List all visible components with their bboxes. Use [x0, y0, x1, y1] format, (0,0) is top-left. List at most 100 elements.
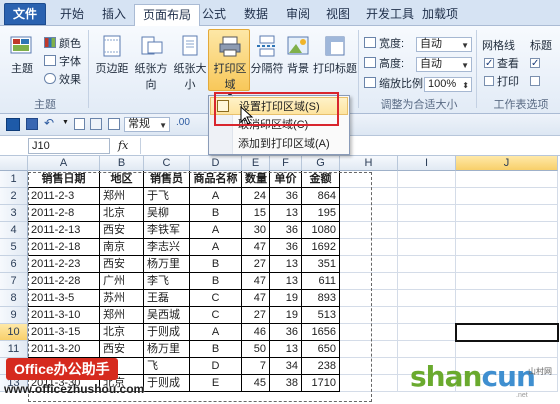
table-cell[interactable]: 2011-2-8: [28, 205, 100, 222]
width-select[interactable]: 自动 ▼: [416, 37, 472, 52]
decimal-icon[interactable]: .00: [176, 117, 190, 128]
table-cell[interactable]: 195: [302, 205, 340, 222]
table-cell[interactable]: 13: [270, 273, 302, 290]
table-cell[interactable]: [340, 239, 398, 256]
table-cell[interactable]: 2011-2-28: [28, 273, 100, 290]
table-cell[interactable]: [398, 188, 456, 205]
table-cell[interactable]: 南京: [100, 239, 144, 256]
table-cell[interactable]: 36: [270, 188, 302, 205]
theme-fonts-button[interactable]: 字体: [44, 54, 81, 70]
column-header[interactable]: I: [398, 156, 456, 171]
table-cell[interactable]: [398, 324, 456, 341]
table-cell[interactable]: [340, 171, 398, 188]
table-cell[interactable]: 864: [302, 188, 340, 205]
column-header[interactable]: F: [270, 156, 302, 171]
column-header[interactable]: G: [302, 156, 340, 171]
table-cell[interactable]: [398, 290, 456, 307]
orientation-button[interactable]: 纸张方向: [132, 34, 170, 92]
row-header[interactable]: 4: [0, 222, 28, 239]
table-cell[interactable]: 1080: [302, 222, 340, 239]
table-cell[interactable]: 13: [270, 205, 302, 222]
table-cell[interactable]: 吴西城: [144, 307, 190, 324]
table-cell[interactable]: 46: [242, 324, 270, 341]
table-cell[interactable]: [340, 222, 398, 239]
table-cell[interactable]: [340, 205, 398, 222]
table-header-cell[interactable]: 地区: [100, 171, 144, 188]
table-cell[interactable]: [340, 375, 398, 392]
table-cell[interactable]: 西安: [100, 222, 144, 239]
table-cell[interactable]: 13: [270, 341, 302, 358]
table-cell[interactable]: 2011-3-20: [28, 341, 100, 358]
table-cell[interactable]: 47: [242, 290, 270, 307]
table-cell[interactable]: 2011-2-23: [28, 256, 100, 273]
table-cell[interactable]: 王磊: [144, 290, 190, 307]
table-cell[interactable]: 24: [242, 188, 270, 205]
table-cell[interactable]: 19: [270, 290, 302, 307]
table-cell[interactable]: 杨万里: [144, 256, 190, 273]
table-cell[interactable]: [398, 341, 456, 358]
print-area-button[interactable]: 打印区域 ▼: [209, 34, 251, 100]
column-header[interactable]: B: [100, 156, 144, 171]
table-header-cell[interactable]: 销售员: [144, 171, 190, 188]
table-cell[interactable]: 513: [302, 307, 340, 324]
table-cell[interactable]: 杨万里: [144, 341, 190, 358]
tab-data[interactable]: 数据: [236, 4, 276, 26]
table-cell[interactable]: [340, 324, 398, 341]
table-cell[interactable]: [398, 239, 456, 256]
column-header[interactable]: D: [190, 156, 242, 171]
gridlines-print-checkbox[interactable]: 打印: [484, 74, 519, 90]
row-header[interactable]: 6: [0, 256, 28, 273]
name-box[interactable]: J10: [28, 138, 110, 154]
table-cell[interactable]: 于则成: [144, 375, 190, 392]
table-cell[interactable]: D: [190, 358, 242, 375]
save-icon[interactable]: [26, 118, 38, 130]
table-cell[interactable]: [456, 290, 558, 307]
table-cell[interactable]: [398, 307, 456, 324]
table-cell[interactable]: 27: [242, 307, 270, 324]
table-cell[interactable]: 238: [302, 358, 340, 375]
table-cell[interactable]: 西安: [100, 256, 144, 273]
table-cell[interactable]: 34: [270, 358, 302, 375]
scale-spinner[interactable]: 100% ⬍: [424, 77, 472, 92]
table-cell[interactable]: 38: [270, 375, 302, 392]
table-cell[interactable]: 2011-2-18: [28, 239, 100, 256]
table-cell[interactable]: B: [190, 256, 242, 273]
table-cell[interactable]: 飞: [144, 358, 190, 375]
row-header[interactable]: 8: [0, 290, 28, 307]
table-cell[interactable]: [340, 341, 398, 358]
print-titles-button[interactable]: 打印标题: [313, 34, 357, 76]
table-cell[interactable]: 李飞: [144, 273, 190, 290]
tab-file[interactable]: 文件: [4, 3, 47, 25]
column-header[interactable]: C: [144, 156, 190, 171]
row-header[interactable]: 3: [0, 205, 28, 222]
table-cell[interactable]: A: [190, 239, 242, 256]
table-cell[interactable]: [340, 307, 398, 324]
table-cell[interactable]: [456, 188, 558, 205]
table-cell[interactable]: 2011-2-3: [28, 188, 100, 205]
function-icon[interactable]: fx: [118, 139, 128, 152]
row-header[interactable]: 10: [0, 324, 28, 341]
table-cell[interactable]: 北京: [100, 324, 144, 341]
table-cell[interactable]: [340, 273, 398, 290]
table-cell[interactable]: 36: [270, 239, 302, 256]
table-cell[interactable]: 30: [242, 222, 270, 239]
undo-icon[interactable]: ↶: [44, 116, 54, 130]
table-cell[interactable]: 吴柳: [144, 205, 190, 222]
tab-insert[interactable]: 插入: [94, 4, 134, 26]
table-cell[interactable]: [398, 256, 456, 273]
column-header[interactable]: H: [340, 156, 398, 171]
size-button[interactable]: 纸张大小: [170, 34, 210, 92]
column-header[interactable]: A: [28, 156, 100, 171]
theme-effects-button[interactable]: 效果: [44, 72, 81, 88]
table-cell[interactable]: 47: [242, 239, 270, 256]
headings-view-checkbox[interactable]: [530, 56, 543, 72]
column-header[interactable]: J: [456, 156, 558, 171]
table-cell[interactable]: 2011-3-5: [28, 290, 100, 307]
table-cell[interactable]: [456, 256, 558, 273]
table-header-cell[interactable]: 单价: [270, 171, 302, 188]
table-cell[interactable]: 李志兴: [144, 239, 190, 256]
table-cell[interactable]: [456, 307, 558, 324]
table-header-cell[interactable]: 数量: [242, 171, 270, 188]
menu-item-add-to-print-area[interactable]: 添加到打印区域(A): [210, 135, 348, 153]
active-cell[interactable]: [455, 323, 559, 342]
